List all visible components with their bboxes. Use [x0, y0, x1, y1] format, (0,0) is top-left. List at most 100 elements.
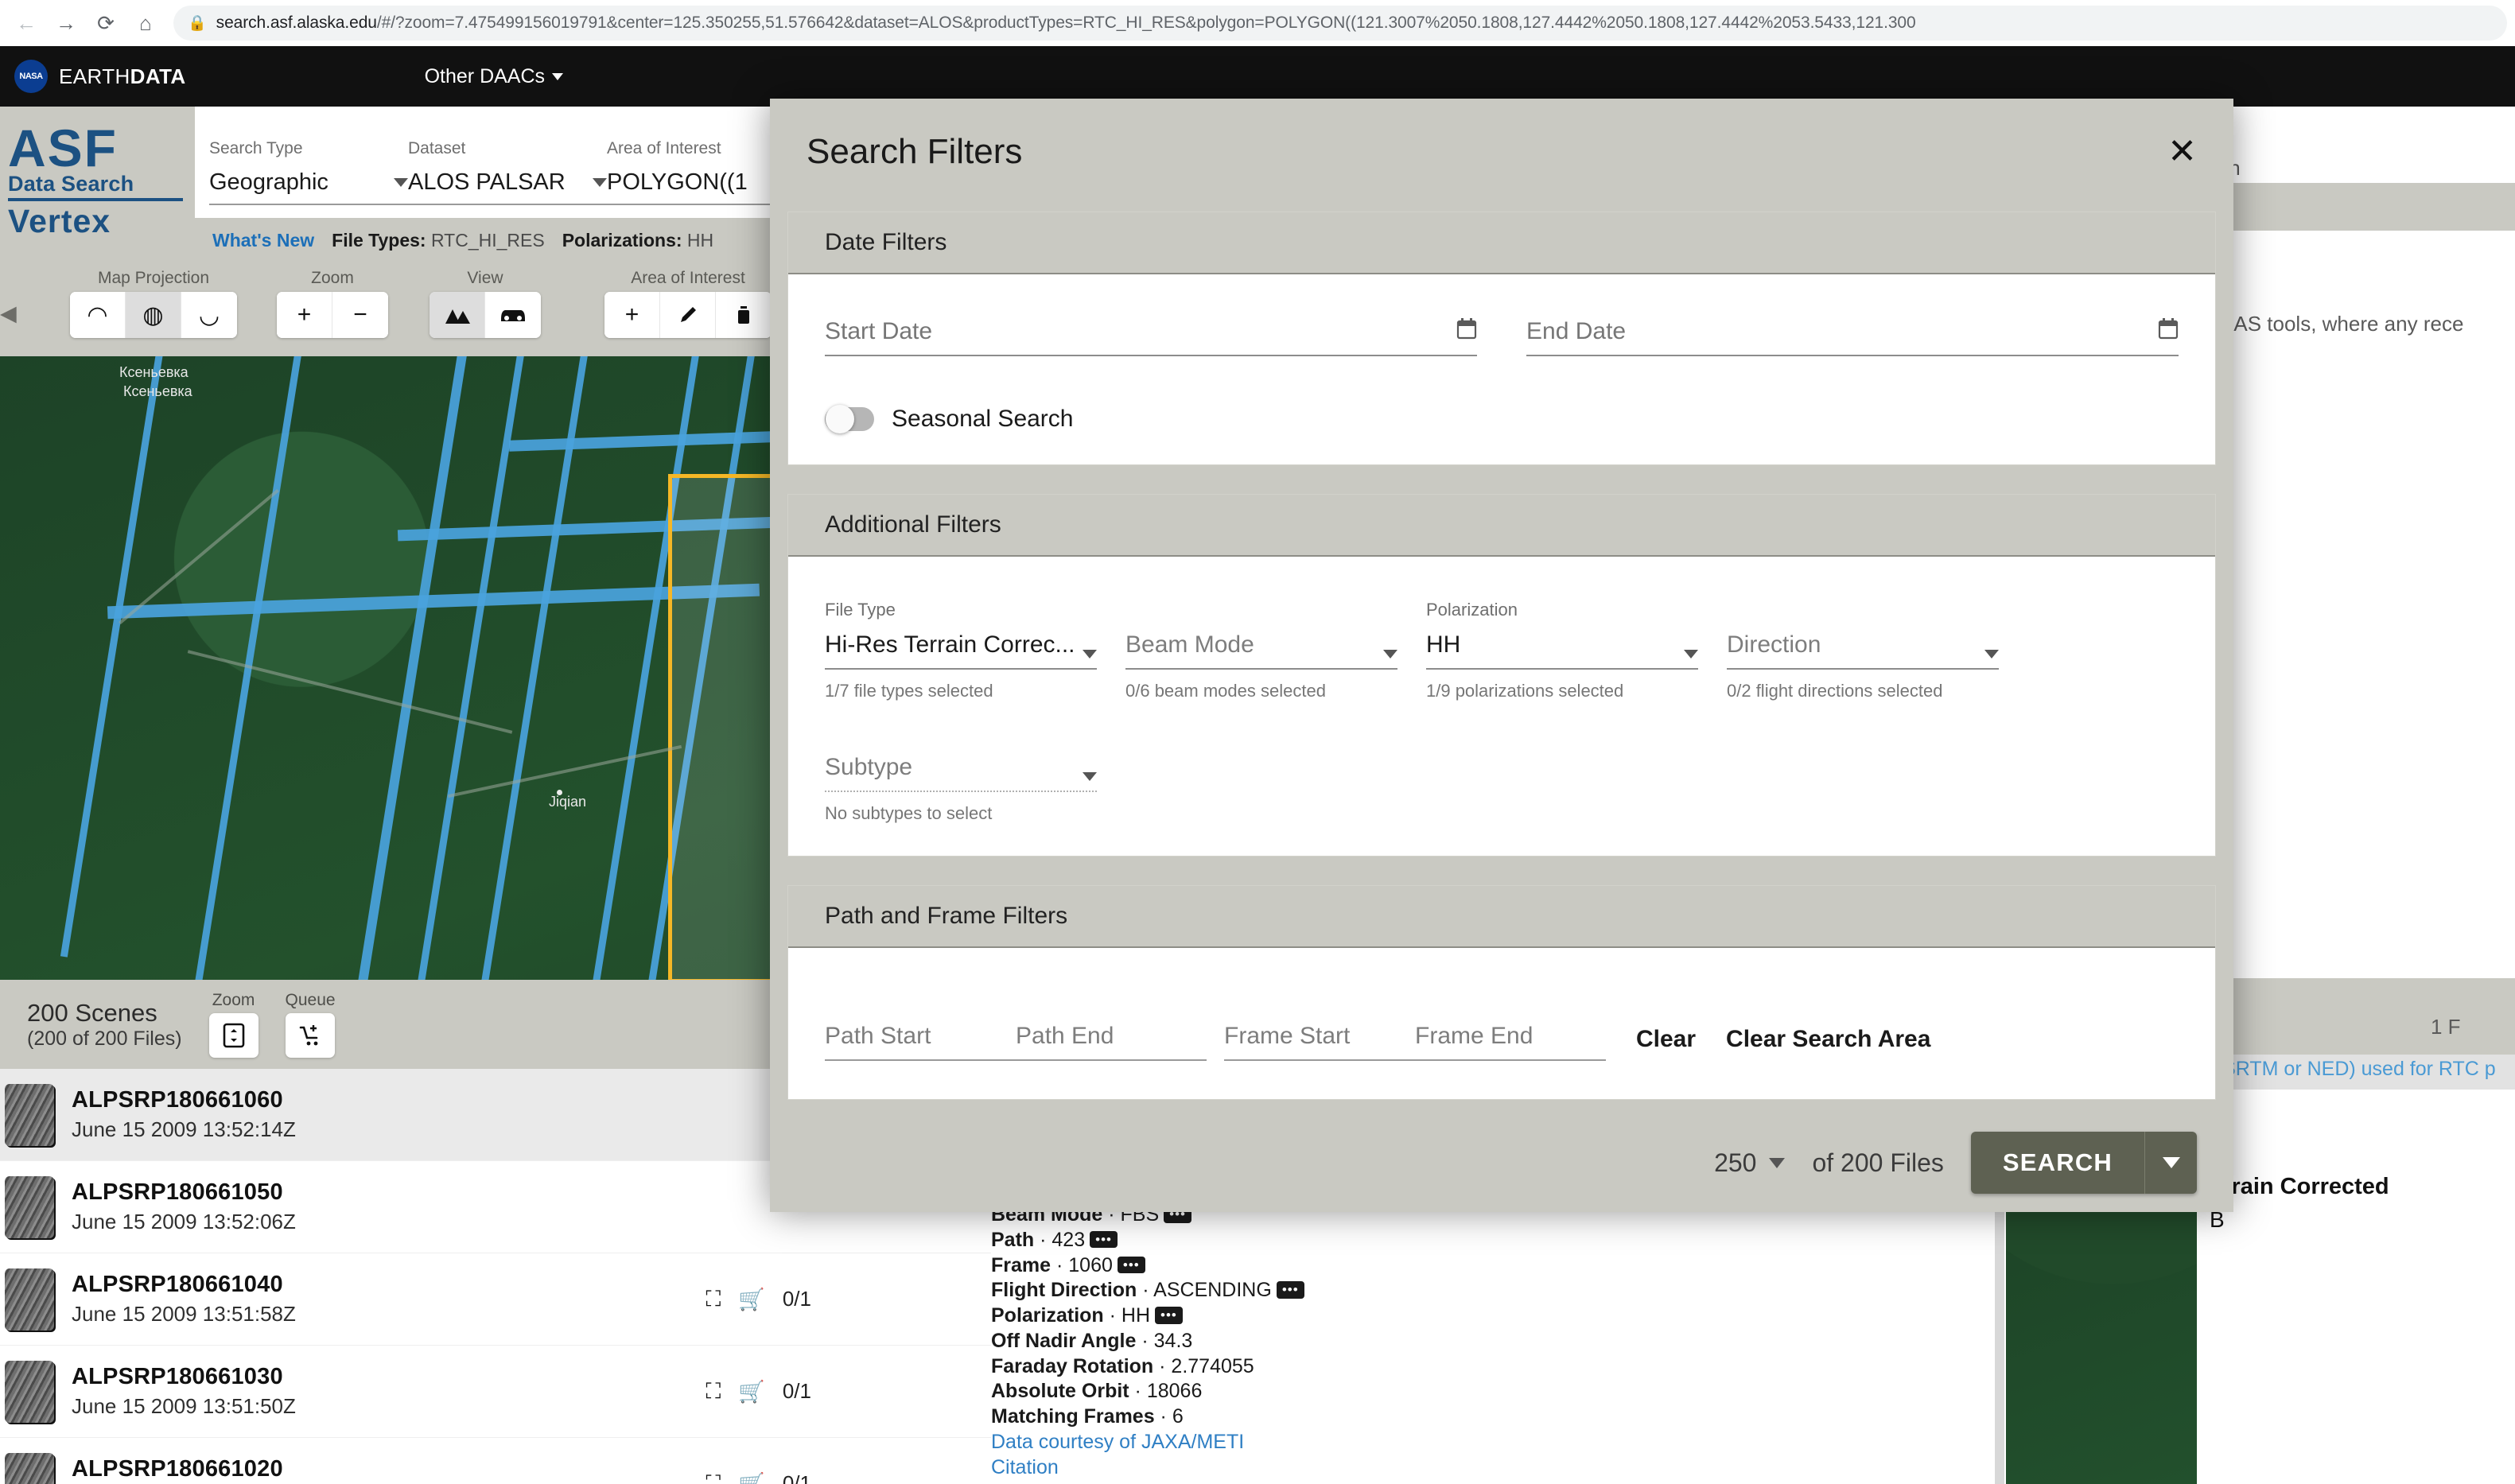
reload-icon[interactable]: ⟳	[87, 5, 124, 41]
right-panel-band	[2208, 183, 2515, 231]
zoom-to-scene-icon[interactable]: ⛶	[706, 1379, 721, 1404]
zoom-out-button[interactable]: −	[332, 292, 388, 338]
results-zoom-label: Zoom	[212, 991, 255, 1010]
close-icon[interactable]: ✕	[2167, 134, 2197, 169]
scene-name: ALPSRP180661040	[72, 1272, 296, 1298]
scene-detail-scrollbar[interactable]	[1995, 1185, 2004, 1484]
city-label: Ксеньевка	[123, 383, 192, 400]
projection-antarctic-icon[interactable]: ◡	[181, 292, 237, 338]
asf-vertex-logo[interactable]: ASF Data Search Vertex	[8, 115, 183, 250]
start-date-input[interactable]: Start Date	[825, 317, 1477, 356]
calendar-glyph	[1456, 317, 1477, 340]
zoom-in-button[interactable]: +	[277, 292, 332, 338]
metadata-row: Matching Frames · 6	[991, 1404, 1596, 1430]
home-icon[interactable]: ⌂	[127, 5, 164, 41]
path-end-placeholder: Path End	[1016, 1023, 1114, 1049]
info-pill-icon[interactable]: •••	[1155, 1307, 1183, 1324]
add-to-queue-icon[interactable]: 🛒	[738, 1287, 765, 1312]
info-pill-icon[interactable]: •••	[1118, 1257, 1145, 1274]
dem-link[interactable]: M (SRTM or NED) used for RTC p	[2194, 1058, 2496, 1081]
toolbar-group-area-of-interest: Area of Interest +	[604, 269, 772, 338]
add-to-queue-icon[interactable]	[286, 1013, 335, 1058]
clear-button[interactable]: Clear	[1636, 1026, 1696, 1061]
file-type-filter[interactable]: File Type Hi-Res Terrain Correc... 1/7 f…	[825, 600, 1125, 701]
zoom-to-scene-icon[interactable]: ⛶	[706, 1471, 721, 1484]
aoi-delete-button[interactable]	[716, 292, 772, 338]
clear-search-area-button[interactable]: Clear Search Area	[1726, 1026, 1930, 1061]
search-button[interactable]: SEARCH	[1971, 1132, 2144, 1194]
add-to-queue-icon[interactable]: 🛒	[738, 1379, 765, 1404]
address-bar[interactable]: 🔒 search.asf.alaska.edu/#/?zoom=7.475499…	[173, 6, 2507, 41]
calendar-icon[interactable]	[2158, 317, 2179, 345]
other-daacs-menu[interactable]: Other DAACs	[425, 65, 563, 88]
polarization-label: Polarization	[1426, 600, 1698, 624]
sidebar-collapse-icon[interactable]: ◀	[0, 297, 21, 329]
metadata-row: Faraday Rotation · 2.774055	[991, 1354, 1596, 1380]
results-counts: 200 Scenes (200 of 200 Files)	[27, 999, 182, 1051]
seasonal-search-label: Seasonal Search	[892, 406, 1074, 433]
calendar-icon[interactable]	[1456, 317, 1477, 345]
forward-icon[interactable]: →	[48, 5, 84, 41]
toolbar-group-view: View	[430, 269, 541, 338]
metadata-row: Off Nadir Angle · 34.3	[991, 1329, 1596, 1354]
right-panel-terrain-label: errain Corrected	[2210, 1174, 2389, 1200]
path-start-input[interactable]: Path Start	[825, 1023, 1016, 1061]
metadata-row: Polarization · HH•••	[991, 1303, 1596, 1329]
search-options-button[interactable]	[2144, 1132, 2197, 1194]
results-queue-tool: Queue	[286, 991, 336, 1058]
asf-logo-subtext: Data Search	[8, 172, 183, 201]
back-icon[interactable]: ←	[8, 5, 45, 41]
start-date-placeholder: Start Date	[825, 318, 1456, 345]
scene-thumbnail	[5, 1361, 54, 1423]
file-count: (200 of 200 Files)	[27, 1028, 182, 1051]
projection-equatorial-icon[interactable]: ◍	[126, 292, 181, 338]
end-date-input[interactable]: End Date	[1526, 317, 2179, 356]
beam-mode-hint: 0/6 beam modes selected	[1125, 681, 1397, 701]
beam-mode-value: Beam Mode	[1125, 631, 1254, 658]
add-to-queue-icon[interactable]: 🛒	[738, 1471, 765, 1484]
metadata-row: Flight Direction · ASCENDING•••	[991, 1278, 1596, 1303]
polarization-filter[interactable]: Polarization HH 1/9 polarizations select…	[1426, 600, 1727, 701]
aoi-draw-button[interactable]	[660, 292, 716, 338]
metadata-row: Path · 423•••	[991, 1228, 1596, 1253]
scene-name: ALPSRP180661050	[72, 1179, 296, 1206]
satellite-view-icon[interactable]	[430, 292, 485, 338]
metadata-row: Absolute Orbit · 18066	[991, 1379, 1596, 1404]
frame-start-placeholder: Frame Start	[1224, 1023, 1350, 1049]
polarization-hint: 1/9 polarizations selected	[1426, 681, 1698, 701]
scene-row-actions: ⛶ 🛒 0/1	[706, 1287, 811, 1312]
zoom-to-scene-icon[interactable]	[209, 1013, 258, 1058]
frame-start-input[interactable]: Frame Start	[1224, 1023, 1415, 1061]
chevron-down-icon	[1684, 650, 1698, 658]
frame-end-input[interactable]: Frame End	[1415, 1023, 1606, 1061]
direction-filter[interactable]: Direction 0/2 flight directions selected	[1727, 600, 2027, 701]
beam-mode-label	[1125, 600, 1397, 624]
map-projection-label: Map Projection	[98, 269, 209, 288]
right-info-panel: On d SBAS tools, where any rece 1 F M (S…	[2197, 156, 2515, 1484]
dataset-field[interactable]: Dataset ALOS PALSAR	[408, 139, 607, 218]
citation-link[interactable]: Citation	[991, 1455, 1596, 1481]
info-pill-icon[interactable]: •••	[1090, 1231, 1118, 1249]
page-title: Search Filters	[807, 132, 2167, 172]
scene-thumbnail	[5, 1084, 54, 1146]
earthdata-title: EARTHDATA	[59, 64, 186, 89]
aoi-add-button[interactable]: +	[604, 292, 660, 338]
whats-new-link[interactable]: What's New	[212, 230, 314, 251]
data-courtesy-link[interactable]: Data courtesy of JAXA/METI	[991, 1430, 1596, 1455]
results-count-select[interactable]: 250	[1714, 1148, 1785, 1178]
beam-mode-filter[interactable]: Beam Mode 0/6 beam modes selected	[1125, 600, 1426, 701]
lock-icon: 🔒	[188, 14, 207, 33]
scene-thumbnail	[5, 1453, 54, 1484]
projection-arctic-icon[interactable]: ◠	[70, 292, 126, 338]
seasonal-search-toggle[interactable]	[825, 407, 874, 431]
street-view-icon[interactable]	[485, 292, 541, 338]
path-end-input[interactable]: Path End	[1016, 1023, 1207, 1061]
zoom-to-scene-icon[interactable]: ⛶	[706, 1287, 721, 1312]
search-type-field[interactable]: Search Type Geographic	[209, 139, 408, 218]
info-pill-icon[interactable]: •••	[1277, 1281, 1304, 1299]
modal-footer: 250 of 200 Files SEARCH	[770, 1113, 2233, 1212]
scene-thumbnail	[5, 1268, 54, 1331]
modal-body: Date Filters Start Date End Date	[770, 205, 2233, 1113]
browser-toolbar: ← → ⟳ ⌂ 🔒 search.asf.alaska.edu/#/?zoom=…	[0, 0, 2515, 46]
subtype-filter[interactable]: Subtype No subtypes to select	[825, 746, 1125, 824]
